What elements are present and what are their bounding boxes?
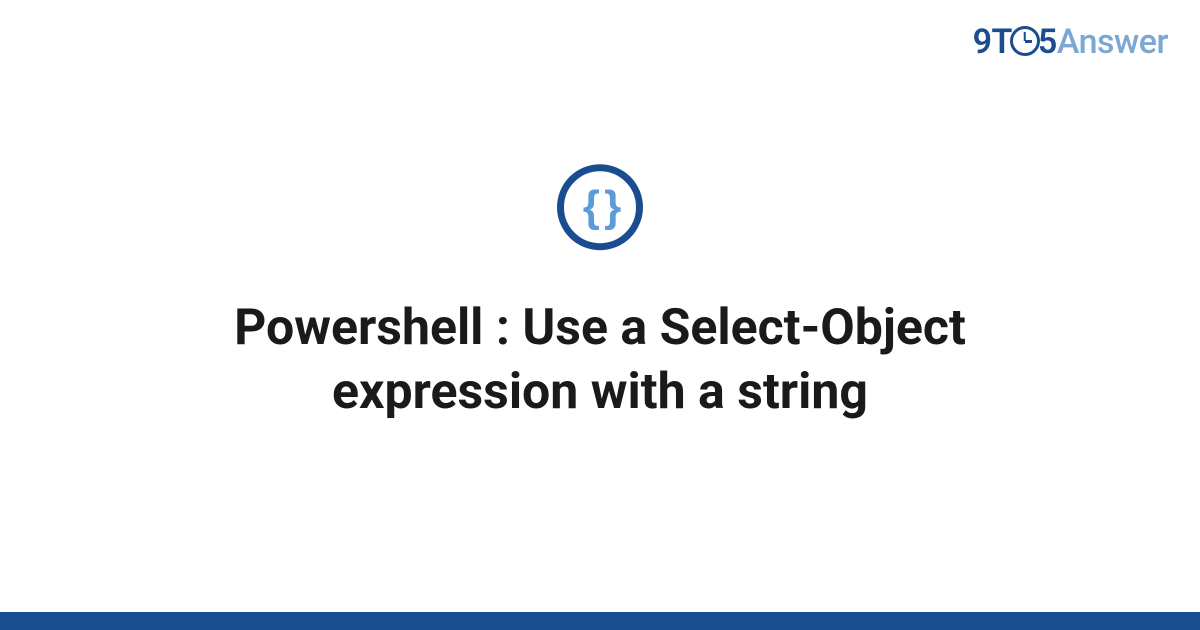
clock-icon xyxy=(1010,26,1040,56)
logo-text-5: 5 xyxy=(1038,22,1057,62)
logo-text-9t: 9T xyxy=(973,22,1012,62)
category-icon-circle: { } xyxy=(557,164,643,250)
page-title: Powershell : Use a Select-Object express… xyxy=(125,296,1075,424)
code-braces-icon: { } xyxy=(583,182,617,232)
footer-accent-bar xyxy=(0,612,1200,630)
main-content: { } Powershell : Use a Select-Object exp… xyxy=(0,164,1200,424)
logo-text-answer: Answer xyxy=(1057,22,1168,62)
site-logo: 9T 5Answer xyxy=(973,22,1168,62)
